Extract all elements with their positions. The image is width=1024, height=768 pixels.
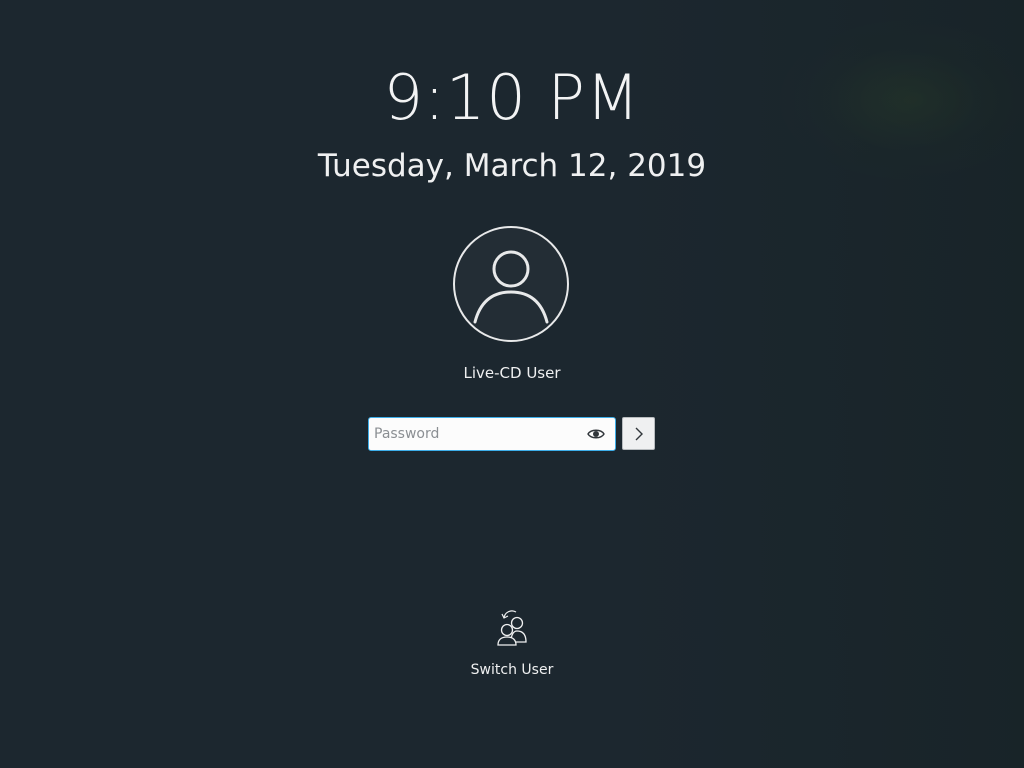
password-field[interactable] bbox=[368, 417, 616, 451]
user-avatar[interactable] bbox=[453, 226, 569, 342]
clock-date: Tuesday, March 12, 2019 bbox=[317, 148, 707, 184]
user-name: Live-CD User bbox=[463, 364, 561, 382]
password-input[interactable] bbox=[369, 418, 579, 450]
user-avatar-icon bbox=[473, 250, 549, 324]
login-button[interactable] bbox=[622, 417, 655, 450]
switch-user-icon bbox=[497, 610, 527, 646]
switch-user-button[interactable]: Switch User bbox=[452, 604, 572, 688]
clock-time: 9:10 PM bbox=[383, 61, 641, 134]
eye-icon[interactable] bbox=[587, 427, 605, 441]
switch-user-label: Switch User bbox=[470, 662, 554, 678]
chevron-right-icon bbox=[635, 427, 643, 441]
